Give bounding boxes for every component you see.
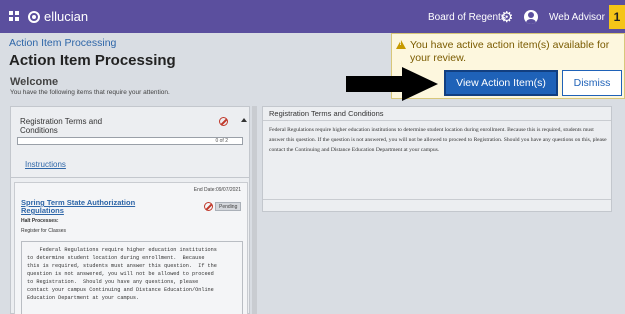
progress-bar: 0 of 2 [17,137,243,145]
blocked-icon [219,117,228,126]
halt-processes-label: Halt Processes: [21,218,59,224]
view-action-items-button[interactable]: View Action Item(s) [444,70,558,96]
top-navigation-bar: ellucian Board of Regents ⚙ Web Advisor … [0,0,625,33]
divider [263,120,611,121]
notification-message: You have active action item(s) available… [410,39,610,64]
app-grid-icon[interactable] [9,11,19,21]
end-date: End Date:09/07/2021 [193,187,241,193]
detail-title: Registration Terms and Conditions [269,109,384,118]
action-item-card[interactable]: End Date:09/07/2021 Spring Term State Au… [14,182,248,314]
item-message-box: Federal Regulations require higher educa… [21,241,243,314]
welcome-heading: Welcome [10,76,59,88]
brand-name: ellucian [44,9,89,24]
pointer-arrow-icon [346,67,438,101]
notification-badge[interactable]: 1 [609,5,625,29]
dismiss-button[interactable]: Dismiss [562,70,622,96]
action-item-title-link[interactable]: Spring Term State Authorization Regulati… [21,199,171,215]
instructions-link[interactable]: Instructions [25,160,66,169]
halt-process-item: Register for Classes [21,228,67,234]
terms-detail-panel: Registration Terms and Conditions Federa… [262,106,612,212]
user-avatar-icon[interactable] [524,10,538,24]
welcome-subtext: You have the following items that requir… [10,89,170,96]
divider [11,177,249,178]
divider [263,199,611,200]
ellucian-logo-icon [28,10,40,23]
page-title: Action Item Processing [9,52,176,69]
user-menu[interactable]: Web Advisor [549,12,605,23]
breadcrumb[interactable]: Action Item Processing [9,37,116,49]
warning-icon [396,40,406,49]
action-items-list-panel: Registration Terms and Conditions 0 of 2… [10,106,250,314]
gear-icon[interactable]: ⚙ [500,8,513,26]
blocked-icon [204,202,213,211]
detail-body-text: Federal Regulations require higher educa… [269,127,607,153]
institution-name[interactable]: Board of Regents [428,12,506,23]
status-badge: Pending [215,202,242,211]
group-title[interactable]: Registration Terms and Conditions [20,117,130,135]
progress-text: 0 of 2 [215,138,228,144]
item-message-text: Federal Regulations require higher educa… [27,247,217,301]
collapse-caret-icon[interactable] [241,118,247,122]
ellucian-logo[interactable]: ellucian [28,9,88,24]
scrollbar[interactable] [252,106,257,314]
